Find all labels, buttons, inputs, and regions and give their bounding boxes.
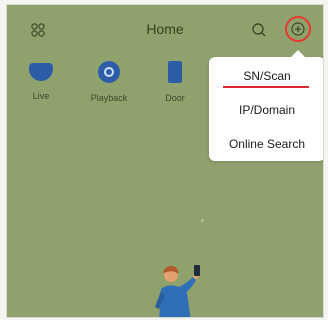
search-icon[interactable] (251, 22, 267, 38)
menu-item-sn-scan[interactable]: SN/Scan (209, 69, 323, 83)
person-with-phone-illustration (155, 265, 200, 317)
page-title: Home (146, 21, 184, 37)
feature-label: Playback (90, 93, 128, 103)
background-speck (201, 219, 204, 222)
menu-item-ip-domain[interactable]: IP/Domain (209, 103, 323, 117)
door-icon (168, 61, 182, 83)
feature-door[interactable]: Door (145, 61, 205, 111)
playback-icon (98, 61, 120, 83)
feature-live[interactable]: Live (11, 61, 71, 111)
add-circle-icon (291, 22, 305, 36)
sn-scan-underline (223, 86, 309, 88)
menu-item-online-search[interactable]: Online Search (209, 137, 323, 151)
feature-label: Door (165, 93, 185, 103)
top-bar: Home (7, 5, 323, 53)
app-screen: Home Live Playback Door SN/Scan IP/Domai… (6, 4, 324, 318)
feature-playback[interactable]: Playback (79, 61, 139, 111)
add-device-menu: SN/Scan IP/Domain Online Search (209, 50, 323, 161)
feature-label: Live (32, 91, 50, 101)
camera-icon (29, 63, 53, 81)
add-device-button[interactable] (285, 16, 311, 42)
